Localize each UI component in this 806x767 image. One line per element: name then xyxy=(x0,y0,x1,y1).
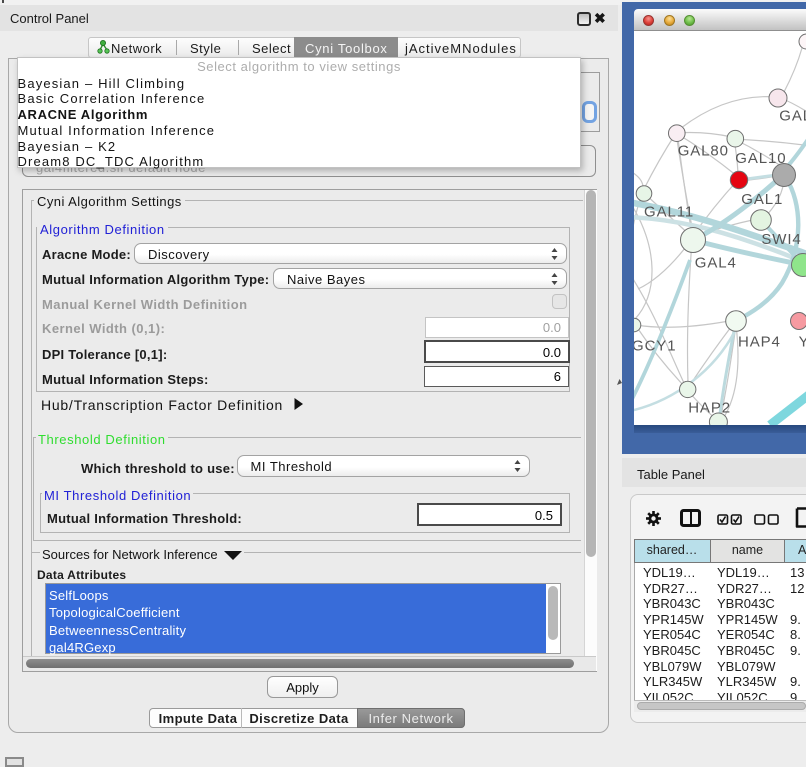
svg-text:GAL80: GAL80 xyxy=(678,143,729,160)
svg-text:GCY1: GCY1 xyxy=(634,338,676,355)
svg-text:GAL1: GAL1 xyxy=(741,191,783,208)
svg-text:GAL4: GAL4 xyxy=(695,255,737,272)
svg-text:GAL: GAL xyxy=(779,108,806,125)
svg-text:SWI4: SWI4 xyxy=(761,231,801,248)
svg-text:GAL11: GAL11 xyxy=(644,204,694,221)
svg-text:Y: Y xyxy=(799,334,806,351)
svg-text:GAL10: GAL10 xyxy=(735,150,786,167)
svg-text:HAP2: HAP2 xyxy=(688,400,731,417)
svg-text:HAP4: HAP4 xyxy=(738,334,781,351)
